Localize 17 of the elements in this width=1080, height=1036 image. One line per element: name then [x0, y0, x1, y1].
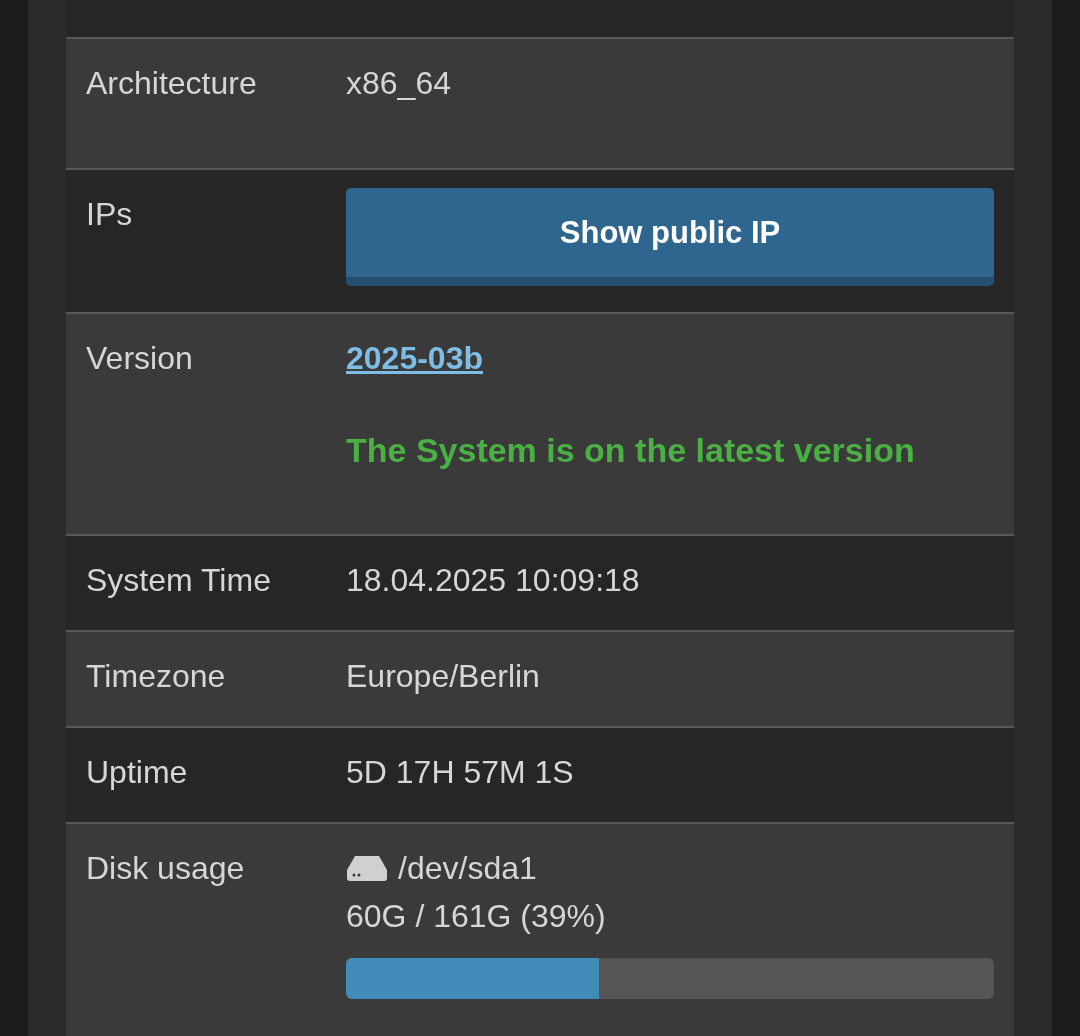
version-status: The System is on the latest version: [346, 430, 915, 471]
row-label: Version: [86, 339, 194, 378]
row-value: x86_64: [346, 64, 451, 103]
row-label: IPs: [86, 195, 134, 234]
row-value: 5D 17H 57M 1S: [346, 753, 574, 792]
hard-drive-icon: [346, 854, 388, 882]
row-value: 18.04.2025 10:09:18: [346, 561, 640, 600]
row-label: System Time: [86, 561, 272, 600]
row-label: Uptime: [86, 753, 189, 792]
row-label: Timezone: [86, 657, 227, 696]
row-value: Europe/Berlin: [346, 657, 540, 696]
show-ip-button[interactable]: Show public IP: [346, 188, 994, 286]
disk-device: /dev/sda1: [398, 849, 537, 888]
version-link[interactable]: 2025-03b: [346, 334, 483, 382]
row-label: Architecture: [86, 64, 258, 103]
row-label: Disk usage: [86, 849, 246, 888]
disk-usage-text: 60G / 161G (39%): [346, 897, 606, 936]
